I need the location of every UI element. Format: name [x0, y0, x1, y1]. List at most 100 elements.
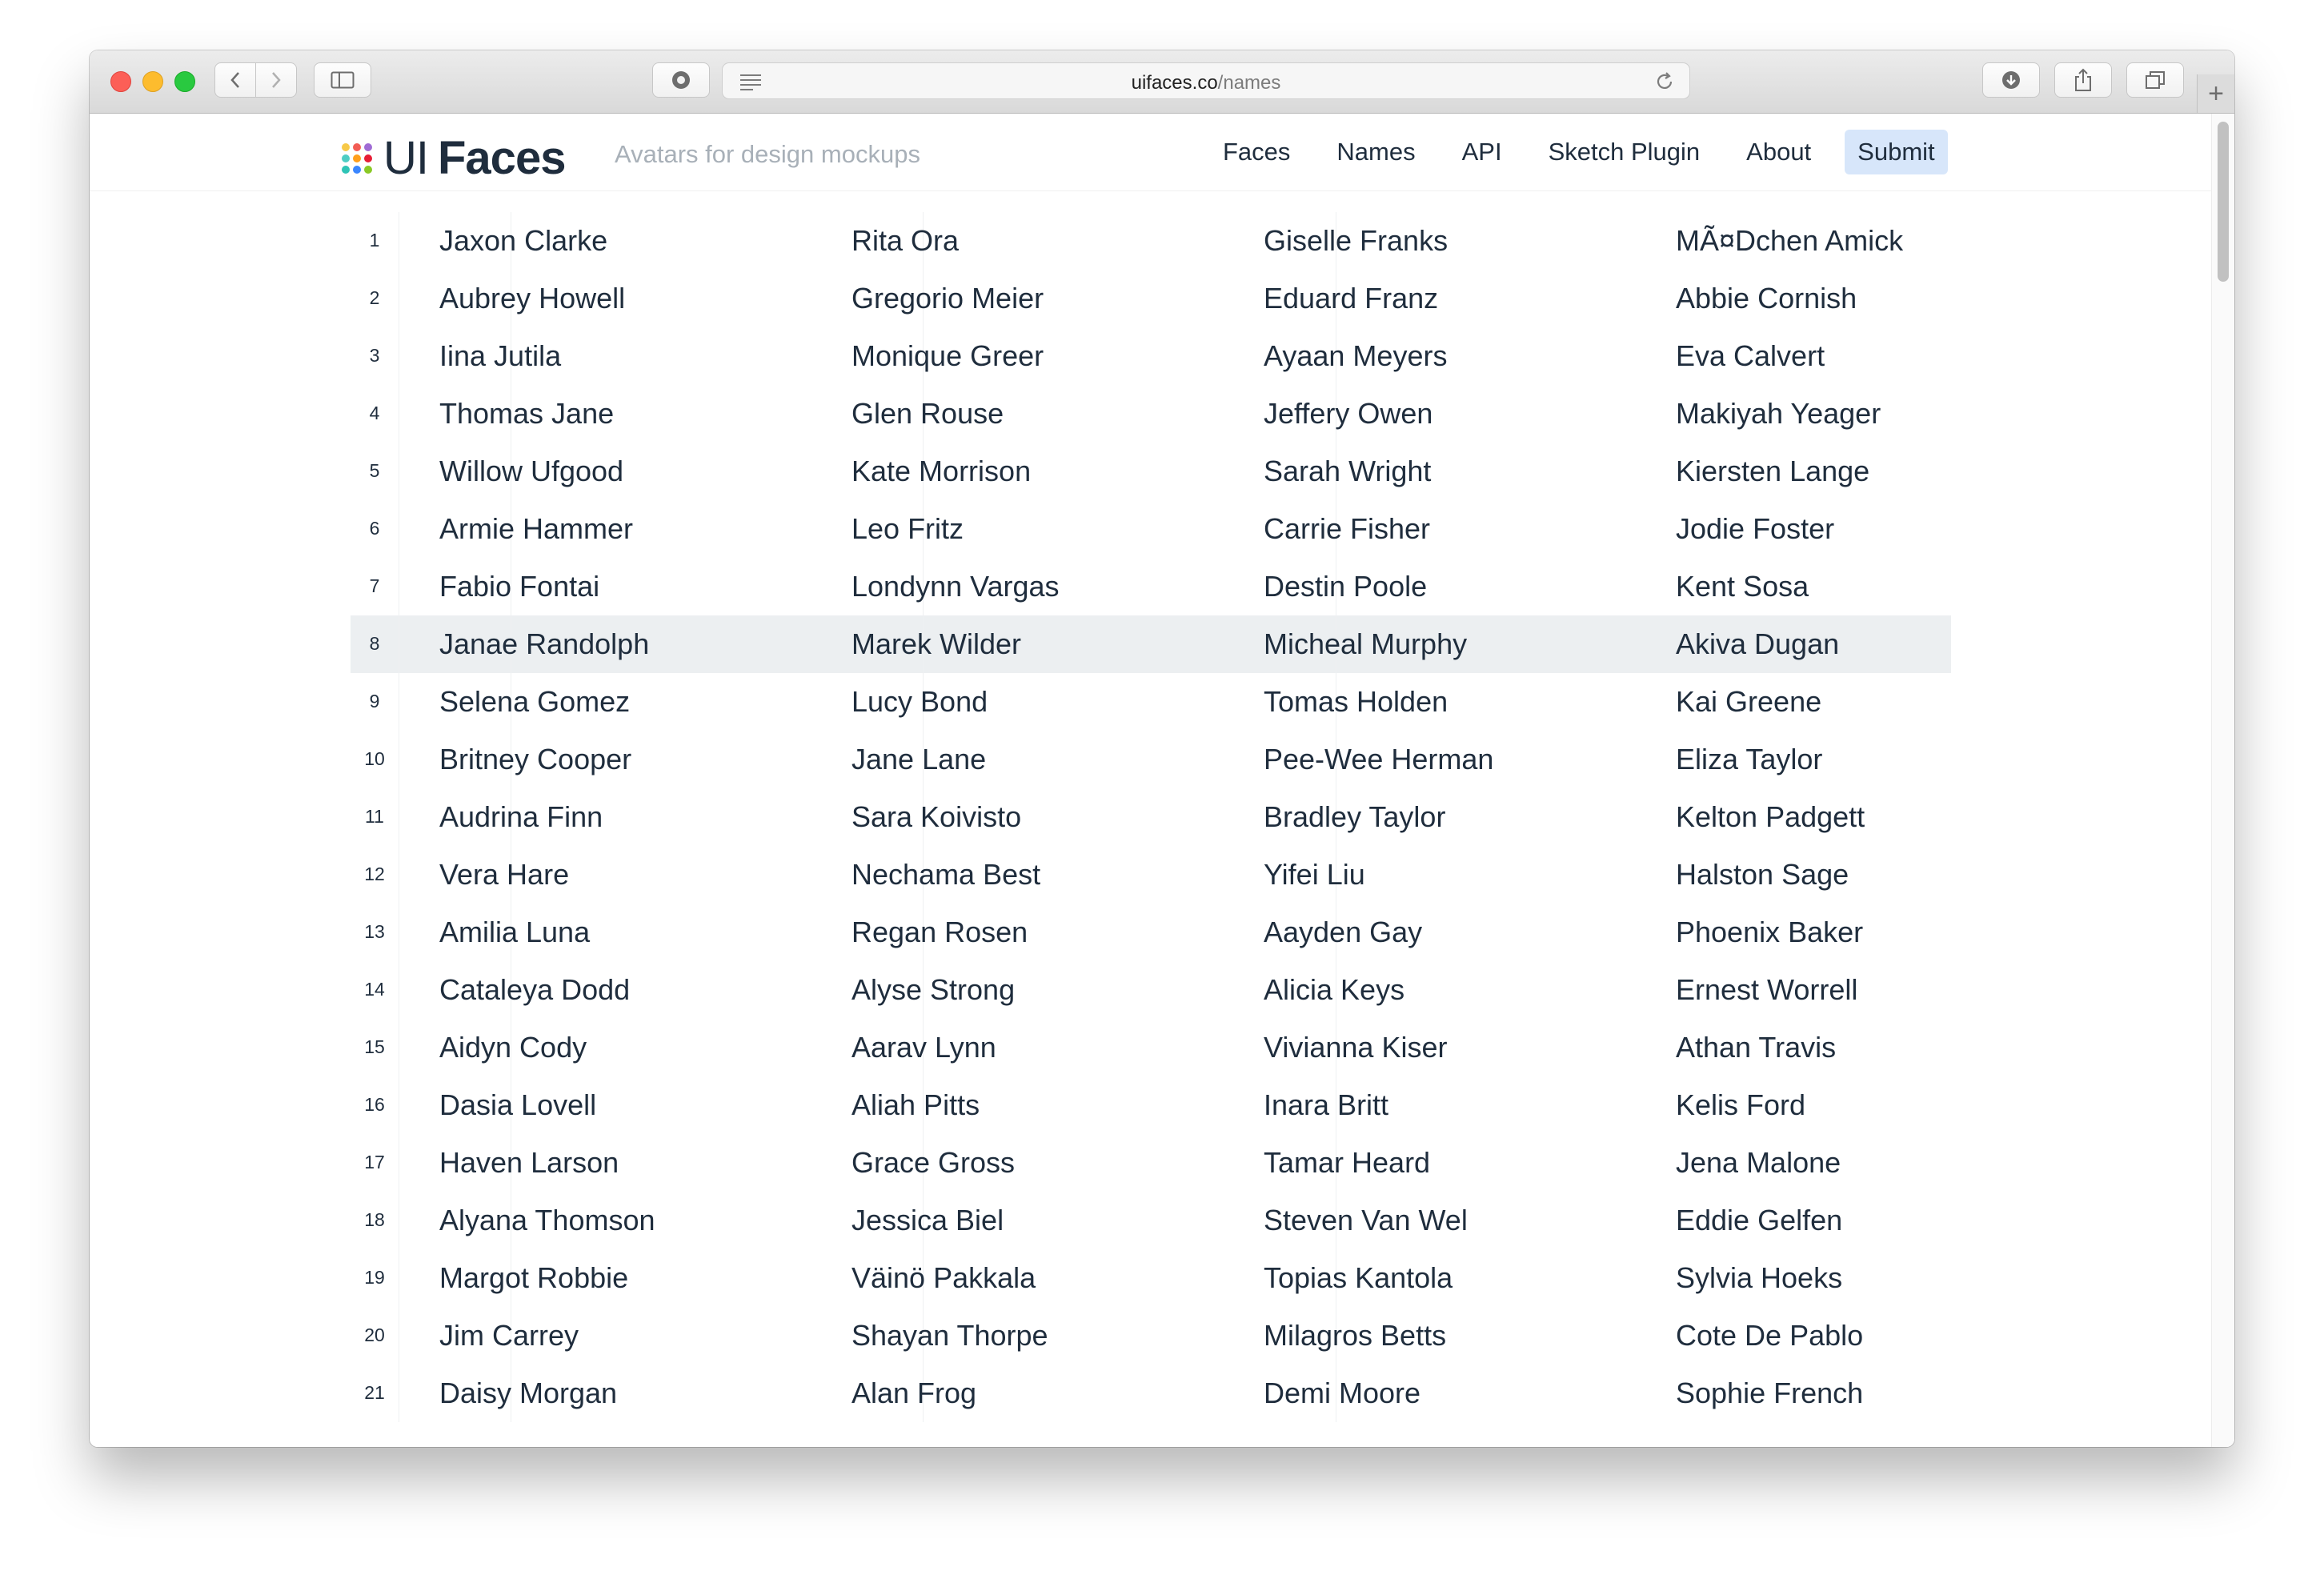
- name-cell[interactable]: Sophie French: [1676, 1377, 1863, 1410]
- table-row[interactable]: 15 Aidyn Cody Aarav Lynn Vivianna Kiser Atha…: [351, 1019, 1951, 1076]
- table-row[interactable]: 8 Janae Randolph Marek Wilder Micheal Murph…: [351, 615, 1951, 673]
- name-cell[interactable]: Topias Kantola: [1264, 1261, 1452, 1295]
- name-cell[interactable]: Phoenix Baker: [1676, 916, 1863, 949]
- address-bar[interactable]: uifaces.co/names: [722, 62, 1690, 99]
- name-cell[interactable]: Giselle Franks: [1264, 224, 1448, 258]
- name-cell[interactable]: Jodie Foster: [1676, 512, 1834, 546]
- name-cell[interactable]: Thomas Jane: [439, 397, 614, 431]
- name-cell[interactable]: Jane Lane: [851, 743, 986, 776]
- name-cell[interactable]: Jim Carrey: [439, 1319, 579, 1353]
- name-cell[interactable]: Marek Wilder: [851, 627, 1021, 661]
- nav-api[interactable]: API: [1449, 130, 1515, 174]
- nav-about[interactable]: About: [1733, 130, 1824, 174]
- name-cell[interactable]: Steven Van Wel: [1264, 1204, 1468, 1237]
- forward-button[interactable]: [255, 62, 297, 98]
- table-row[interactable]: 4 Thomas Jane Glen Rouse Jeffery Owen Makiya…: [351, 385, 1951, 443]
- name-cell[interactable]: Shayan Thorpe: [851, 1319, 1048, 1353]
- name-cell[interactable]: Eva Calvert: [1676, 339, 1825, 373]
- table-row[interactable]: 11 Audrina Finn Sara Koivisto Bradley Taylo…: [351, 788, 1951, 846]
- name-cell[interactable]: Cataleya Dodd: [439, 973, 630, 1007]
- name-cell[interactable]: Dasia Lovell: [439, 1088, 596, 1122]
- table-row[interactable]: 20 Jim Carrey Shayan Thorpe Milagros Betts C…: [351, 1307, 1951, 1365]
- name-cell[interactable]: Kate Morrison: [851, 455, 1031, 488]
- back-button[interactable]: [214, 62, 256, 98]
- table-row[interactable]: 1 Jaxon Clarke Rita Ora Giselle Franks MÃ¤Dc…: [351, 212, 1951, 270]
- page-scrollbar[interactable]: [2211, 114, 2234, 1447]
- name-cell[interactable]: Vera Hare: [439, 858, 569, 892]
- name-cell[interactable]: Glen Rouse: [851, 397, 1004, 431]
- name-cell[interactable]: Iina Jutila: [439, 339, 561, 373]
- nav-sketch-plugin[interactable]: Sketch Plugin: [1536, 130, 1713, 174]
- scrollbar-thumb[interactable]: [2218, 122, 2229, 282]
- name-cell[interactable]: Tomas Holden: [1264, 685, 1448, 719]
- name-cell[interactable]: Halston Sage: [1676, 858, 1849, 892]
- close-window-button[interactable]: [110, 71, 131, 92]
- name-cell[interactable]: Jena Malone: [1676, 1146, 1841, 1180]
- name-cell[interactable]: Aliah Pitts: [851, 1088, 980, 1122]
- name-cell[interactable]: Milagros Betts: [1264, 1319, 1446, 1353]
- name-cell[interactable]: Britney Cooper: [439, 743, 631, 776]
- name-cell[interactable]: Bradley Taylor: [1264, 800, 1445, 834]
- name-cell[interactable]: Regan Rosen: [851, 916, 1028, 949]
- downloads-button[interactable]: [1982, 62, 2040, 98]
- name-cell[interactable]: Aayden Gay: [1264, 916, 1422, 949]
- name-cell[interactable]: Carrie Fisher: [1264, 512, 1430, 546]
- name-cell[interactable]: Sarah Wright: [1264, 455, 1431, 488]
- name-cell[interactable]: Makiyah Yeager: [1676, 397, 1881, 431]
- name-cell[interactable]: Akiva Dugan: [1676, 627, 1839, 661]
- name-cell[interactable]: Margot Robbie: [439, 1261, 628, 1295]
- table-row[interactable]: 18 Alyana Thomson Jessica Biel Steven Van W…: [351, 1192, 1951, 1249]
- name-cell[interactable]: Janae Randolph: [439, 627, 649, 661]
- name-cell[interactable]: Sara Koivisto: [851, 800, 1021, 834]
- share-button[interactable]: [2054, 62, 2112, 98]
- name-cell[interactable]: Alicia Keys: [1264, 973, 1404, 1007]
- name-cell[interactable]: Aubrey Howell: [439, 282, 625, 315]
- name-cell[interactable]: Grace Gross: [851, 1146, 1015, 1180]
- name-cell[interactable]: Ayaan Meyers: [1264, 339, 1447, 373]
- table-row[interactable]: 5 Willow Ufgood Kate Morrison Sarah Wright K…: [351, 443, 1951, 500]
- table-row[interactable]: 21 Daisy Morgan Alan Frog Demi Moore Sophie …: [351, 1365, 1951, 1422]
- name-cell[interactable]: Väinö Pakkala: [851, 1261, 1036, 1295]
- table-row[interactable]: 12 Vera Hare Nechama Best Yifei Liu Halston …: [351, 846, 1951, 904]
- table-row[interactable]: 19 Margot Robbie Väinö Pakkala Topias Kanto…: [351, 1249, 1951, 1307]
- nav-faces[interactable]: Faces: [1210, 130, 1303, 174]
- table-row[interactable]: 14 Cataleya Dodd Alyse Strong Alicia Keys Er…: [351, 961, 1951, 1019]
- name-cell[interactable]: Eddie Gelfen: [1676, 1204, 1842, 1237]
- name-cell[interactable]: Aarav Lynn: [851, 1031, 996, 1064]
- name-cell[interactable]: Kiersten Lange: [1676, 455, 1869, 488]
- sidebar-button[interactable]: [314, 62, 371, 98]
- name-cell[interactable]: Leo Fritz: [851, 512, 964, 546]
- name-cell[interactable]: Eliza Taylor: [1676, 743, 1822, 776]
- name-cell[interactable]: Cote De Pablo: [1676, 1319, 1863, 1353]
- reload-icon[interactable]: [1654, 71, 1675, 92]
- name-cell[interactable]: Kelis Ford: [1676, 1088, 1805, 1122]
- name-cell[interactable]: Yifei Liu: [1264, 858, 1365, 892]
- name-cell[interactable]: Willow Ufgood: [439, 455, 623, 488]
- name-cell[interactable]: Eduard Franz: [1264, 282, 1438, 315]
- name-cell[interactable]: Gregorio Meier: [851, 282, 1044, 315]
- name-cell[interactable]: Kelton Padgett: [1676, 800, 1865, 834]
- table-row[interactable]: 6 Armie Hammer Leo Fritz Carrie Fisher Jodie…: [351, 500, 1951, 558]
- nav-submit[interactable]: Submit: [1845, 130, 1948, 174]
- name-cell[interactable]: Inara Britt: [1264, 1088, 1388, 1122]
- name-cell[interactable]: Monique Greer: [851, 339, 1044, 373]
- tabs-overview-button[interactable]: [2126, 62, 2184, 98]
- name-cell[interactable]: Kai Greene: [1676, 685, 1821, 719]
- name-cell[interactable]: Jeffery Owen: [1264, 397, 1432, 431]
- name-cell[interactable]: Athan Travis: [1676, 1031, 1836, 1064]
- name-cell[interactable]: Jessica Biel: [851, 1204, 1004, 1237]
- name-cell[interactable]: Alyana Thomson: [439, 1204, 655, 1237]
- privacy-button[interactable]: [652, 62, 710, 98]
- name-cell[interactable]: Aidyn Cody: [439, 1031, 587, 1064]
- name-cell[interactable]: Vivianna Kiser: [1264, 1031, 1447, 1064]
- name-cell[interactable]: Londynn Vargas: [851, 570, 1060, 603]
- name-cell[interactable]: Audrina Finn: [439, 800, 603, 834]
- name-cell[interactable]: Lucy Bond: [851, 685, 988, 719]
- name-cell[interactable]: Jaxon Clarke: [439, 224, 607, 258]
- name-cell[interactable]: MÃ¤Dchen Amick: [1676, 224, 1903, 258]
- table-row[interactable]: 9 Selena Gomez Lucy Bond Tomas Holden Kai Gr…: [351, 673, 1951, 731]
- name-cell[interactable]: Micheal Murphy: [1264, 627, 1467, 661]
- table-row[interactable]: 3 Iina Jutila Monique Greer Ayaan Meyers Eva…: [351, 327, 1951, 385]
- table-row[interactable]: 16 Dasia Lovell Aliah Pitts Inara Britt Keli…: [351, 1076, 1951, 1134]
- name-cell[interactable]: Haven Larson: [439, 1146, 619, 1180]
